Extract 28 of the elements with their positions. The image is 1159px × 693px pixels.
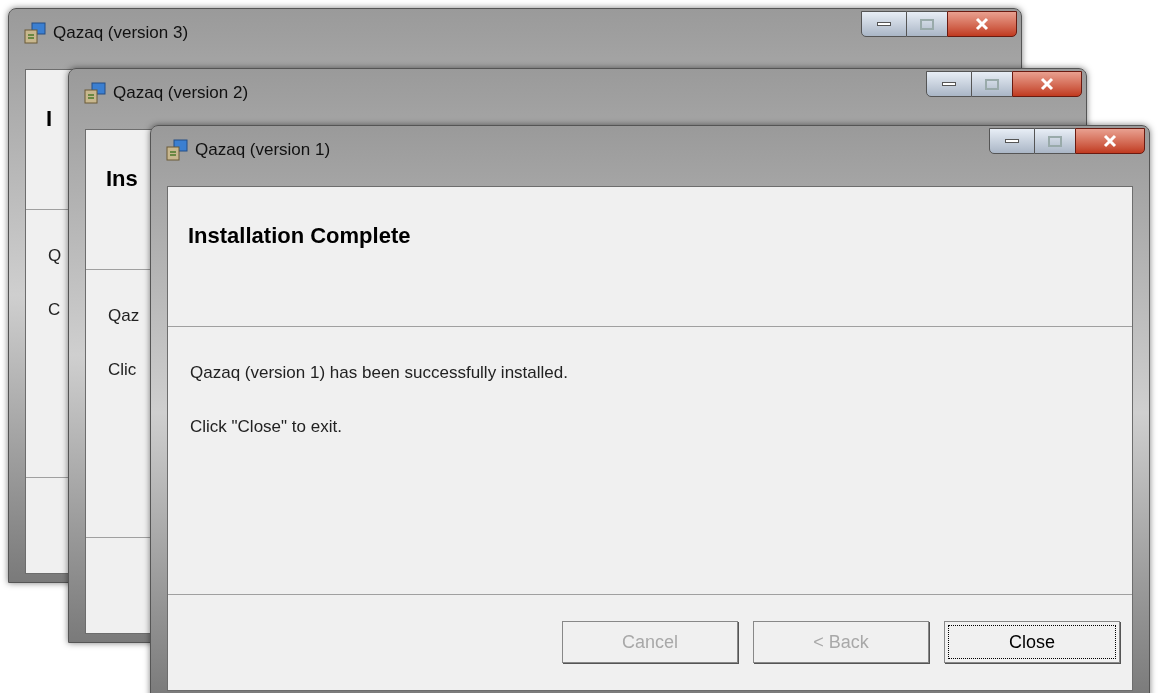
minimize-button[interactable] <box>861 11 907 37</box>
close-icon <box>974 17 990 31</box>
window-title: Qazaq (version 2) <box>113 82 249 104</box>
message-text: Click "Close" to exit. <box>190 417 342 437</box>
minimize-button[interactable] <box>926 71 972 97</box>
message-text: C <box>48 300 61 320</box>
minimize-button[interactable] <box>989 128 1035 154</box>
window-title: Qazaq (version 3) <box>53 22 189 44</box>
close-button[interactable] <box>947 11 1017 37</box>
window-title: Qazaq (version 1) <box>195 139 331 161</box>
installer-icon <box>165 138 189 162</box>
installer-icon <box>83 81 107 105</box>
message-text: Q <box>48 246 62 266</box>
close-button[interactable] <box>1012 71 1082 97</box>
installer-icon <box>23 21 47 45</box>
maximize-button[interactable] <box>907 11 947 37</box>
message-text: Qaz <box>108 306 140 326</box>
dialog-heading: I <box>46 105 54 133</box>
maximize-button[interactable] <box>972 71 1012 97</box>
close-icon <box>1039 77 1055 91</box>
dialog-heading: Ins <box>106 165 139 193</box>
maximize-button[interactable] <box>1035 128 1075 154</box>
message-text: Clic <box>108 360 137 380</box>
close-icon <box>1102 134 1118 148</box>
message-text: Qazaq (version 1) has been successfully installed. <box>190 363 568 383</box>
close-button[interactable] <box>1075 128 1145 154</box>
dialog-heading: Installation Complete <box>188 222 412 250</box>
dialog-button[interactable]: Close <box>944 621 1120 663</box>
